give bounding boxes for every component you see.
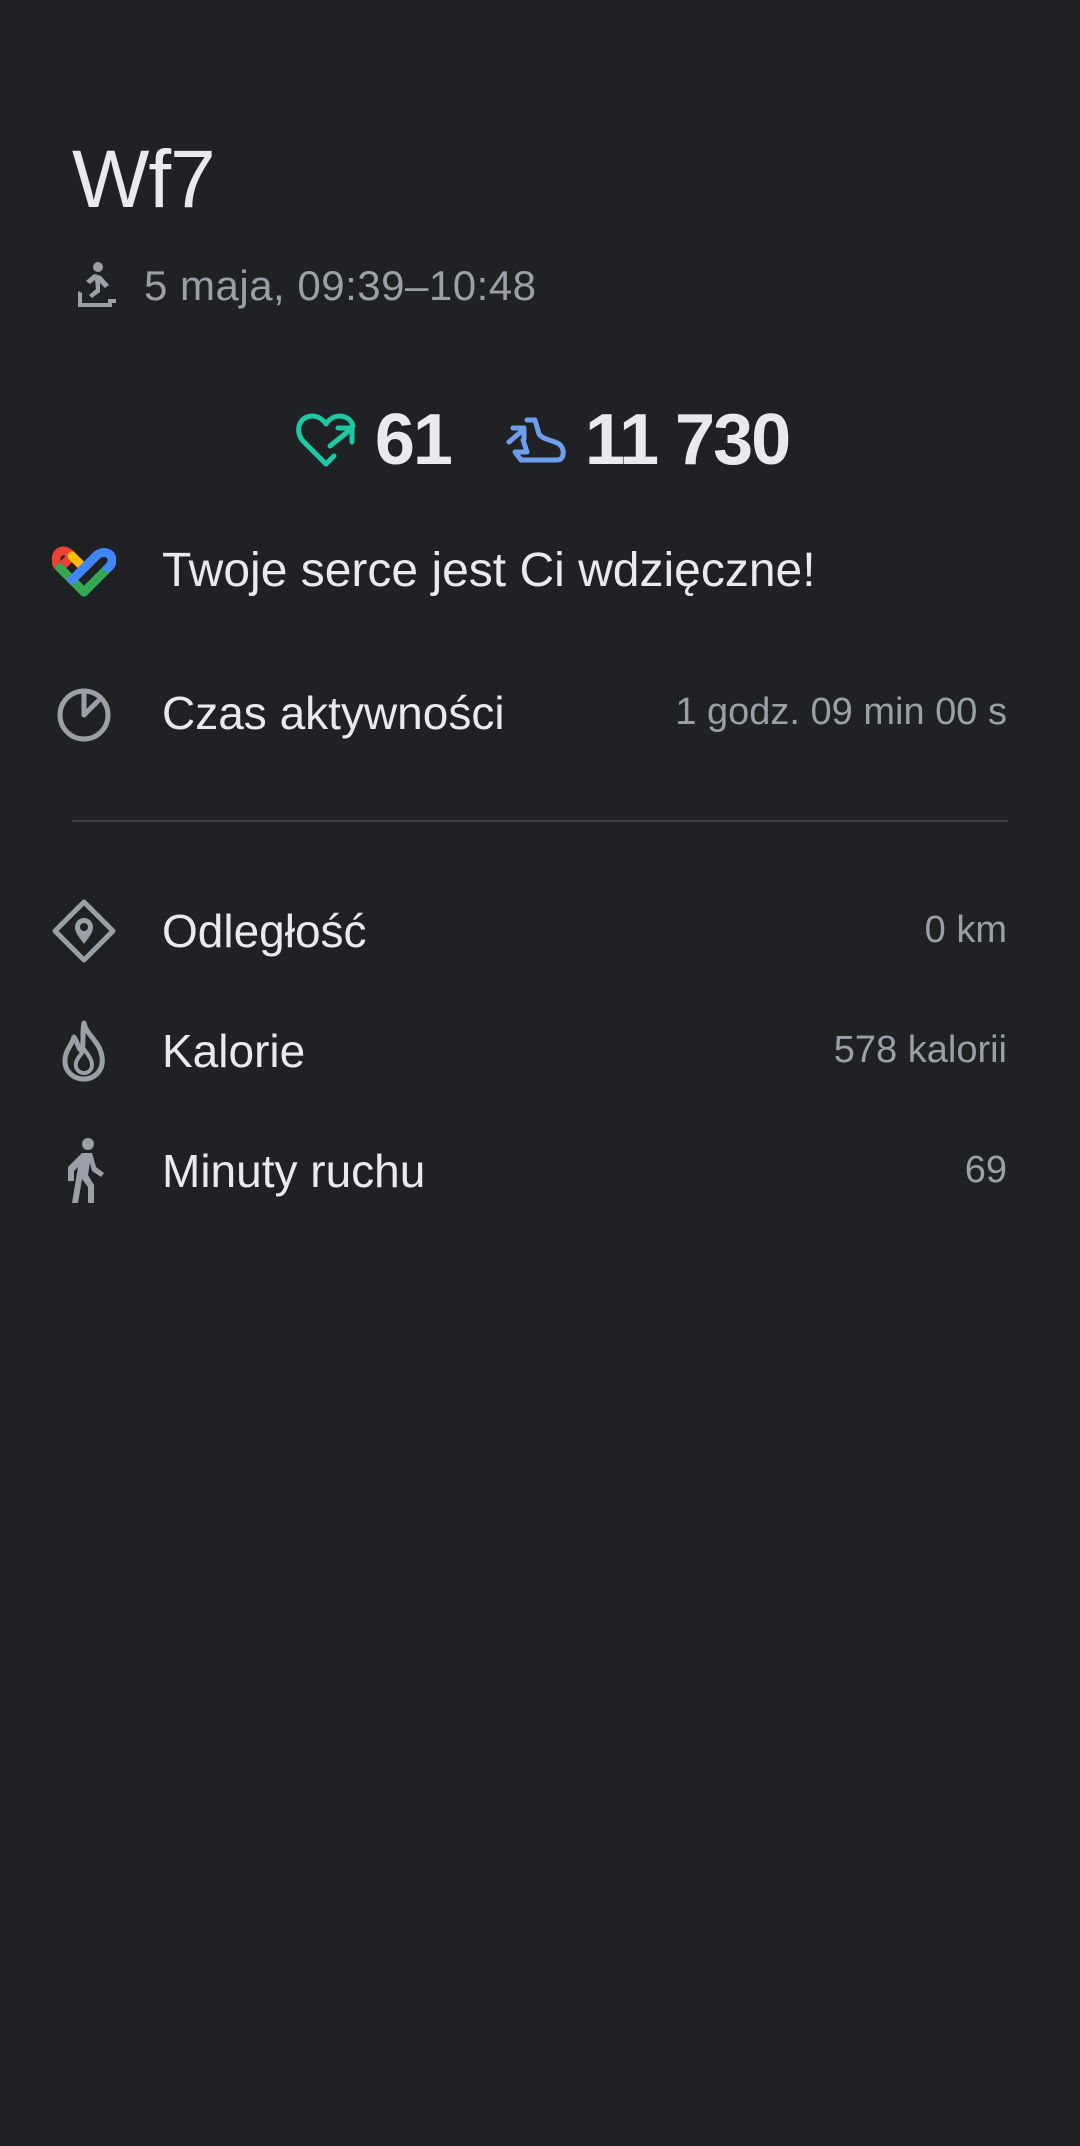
heart-message-row: Twoje serce jest Ci wdzięczne! <box>0 530 1080 610</box>
activity-time-row: 5 maja, 09:39–10:48 <box>72 258 536 314</box>
active-time-value: 1 godz. 09 min 00 s <box>675 691 1007 733</box>
heart-points-summary: 61 <box>291 399 453 481</box>
treadmill-icon <box>72 261 118 311</box>
steps-icon <box>501 405 571 475</box>
timer-icon <box>50 679 118 747</box>
steps-value: 11 730 <box>584 400 791 480</box>
heart-message-text: Twoje serce jest Ci wdzięczne! <box>162 543 816 597</box>
active-time-label: Czas aktywności <box>162 686 505 739</box>
google-fit-logo <box>50 536 118 604</box>
calories-value: 578 kalorii <box>833 1029 1007 1071</box>
heart-points-value: 61 <box>374 400 453 480</box>
calories-row: Kalorie 578 kalorii <box>0 1013 1080 1088</box>
distance-row: Odległość 0 km <box>0 893 1080 968</box>
move-minutes-row: Minuty ruchu 69 <box>0 1133 1080 1208</box>
flame-icon <box>50 1017 118 1085</box>
move-minutes-value: 69 <box>964 1149 1007 1191</box>
active-time-row: Czas aktywności 1 godz. 09 min 00 s <box>0 675 1080 750</box>
move-minutes-label: Minuty ruchu <box>162 1144 426 1197</box>
activity-details-screen: Wf7 5 maja, 09:39–10:48 61 11 730 Twoje … <box>0 0 1080 2146</box>
location-diamond-icon <box>50 897 118 965</box>
divider <box>72 820 1008 822</box>
heart-points-icon <box>291 405 361 475</box>
walking-icon <box>50 1137 118 1205</box>
distance-label: Odległość <box>162 904 367 957</box>
steps-summary: 11 730 <box>501 399 791 481</box>
activity-title[interactable]: Wf7 <box>72 130 216 230</box>
calories-label: Kalorie <box>162 1024 306 1077</box>
distance-value: 0 km <box>924 909 1007 951</box>
summary-metrics: 61 11 730 <box>0 390 1080 490</box>
activity-date-time: 5 maja, 09:39–10:48 <box>144 262 537 309</box>
